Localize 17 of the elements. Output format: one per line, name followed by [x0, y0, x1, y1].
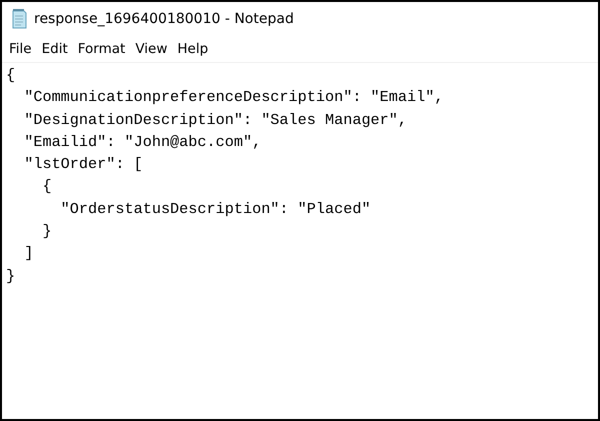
text-line: ]: [23, 243, 34, 264]
text-line: }: [6, 266, 16, 287]
menu-item[interactable]: File: [4, 39, 37, 59]
text-line: "OrderstatusDescription": "Placed": [60, 198, 371, 220]
text-line: "Emailid": "John@abc.com",: [23, 132, 262, 153]
menu-item[interactable]: View: [130, 39, 172, 59]
menu-item[interactable]: Format: [72, 39, 130, 59]
menu-item[interactable]: Edit: [36, 39, 73, 59]
notepad-icon: [10, 9, 28, 29]
text-line: "lstOrder": [: [23, 154, 143, 176]
window-title: response_1696400180010 - Notepad: [34, 11, 294, 27]
text-line: {: [6, 65, 16, 86]
text-line: "DesignationDescription": "Sales Manager",: [23, 110, 408, 131]
text-line: }: [41, 221, 52, 242]
text-line: {: [41, 176, 52, 198]
menu-item[interactable]: Help: [172, 39, 214, 59]
text-line: "CommunicationpreferenceDescription": "Email",: [23, 87, 444, 108]
